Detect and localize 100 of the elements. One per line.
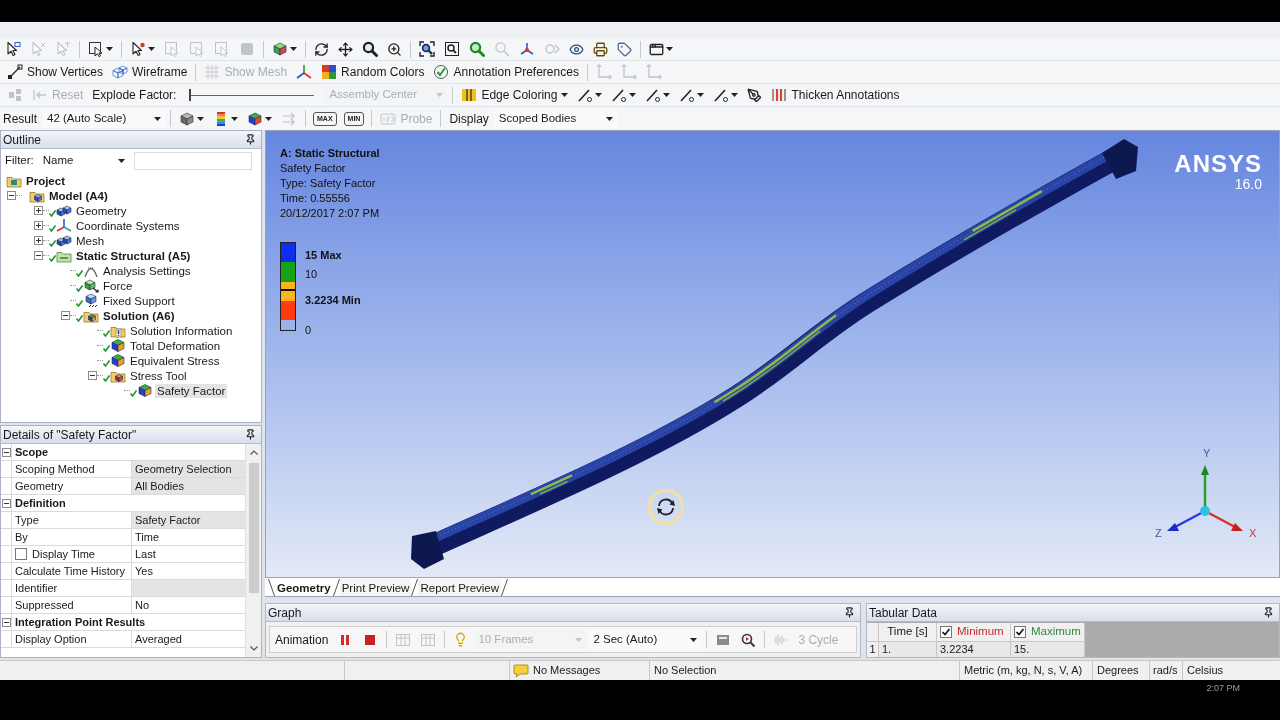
- result-info-line: Type: Safety Factor: [280, 176, 376, 191]
- pin-icon[interactable]: [245, 134, 256, 145]
- cursor-icon: [30, 41, 46, 57]
- result-info-line: Safety Factor: [280, 161, 346, 176]
- toolbar-button[interactable]: Wireframe: [109, 62, 191, 82]
- status-text: rad/s: [1153, 663, 1178, 679]
- result-info-line: Time: 0.55556: [280, 191, 350, 206]
- legend-label: 10: [305, 268, 318, 280]
- dropdown[interactable]: Scoped Bodies: [494, 109, 617, 128]
- tree-item[interactable]: Mesh: [74, 233, 107, 248]
- cube-icon: [137, 383, 153, 398]
- tree-item[interactable]: Model (A4): [47, 188, 110, 203]
- tree-item[interactable]: Solution (A6): [101, 308, 177, 323]
- tree-item[interactable]: Static Structural (A5): [74, 248, 193, 263]
- expand-toggle[interactable]: [34, 206, 43, 215]
- property-value[interactable]: Safety Factor: [131, 512, 245, 528]
- tab-separator: [411, 579, 419, 596]
- line-circle-icon: [713, 87, 730, 103]
- property-label: Suppressed: [15, 597, 74, 613]
- expand-toggle[interactable]: [34, 221, 43, 230]
- axes-icon: [56, 218, 72, 233]
- tree-item[interactable]: Equivalent Stress: [128, 353, 222, 368]
- expand-toggle[interactable]: [34, 236, 43, 245]
- toolbar-button[interactable]: Thicken Annotations: [768, 85, 903, 105]
- status-text: Degrees: [1097, 663, 1139, 679]
- magnifier-box-icon: [444, 41, 460, 57]
- rotate-cursor-icon: [647, 488, 685, 526]
- table-cell: 3.2234: [937, 642, 1011, 657]
- panel-title: Graph: [268, 604, 302, 621]
- view-tab[interactable]: Print Preview: [339, 579, 412, 596]
- checkbox[interactable]: [940, 626, 952, 638]
- filter-input-field[interactable]: [133, 152, 252, 170]
- pin-icon[interactable]: [1263, 607, 1274, 618]
- property-label: Type: [15, 512, 39, 528]
- legend-label: 0: [305, 324, 312, 336]
- magnifier-frame-icon: [419, 41, 435, 57]
- cursor-icon: [55, 41, 71, 57]
- pin-icon[interactable]: [844, 607, 855, 618]
- blocks-icon: [7, 87, 23, 103]
- toolbar-button[interactable]: [416, 39, 438, 59]
- collapse-toggle[interactable]: [1, 498, 11, 508]
- slider-thumb[interactable]: [189, 89, 192, 101]
- scrollbar[interactable]: [245, 444, 261, 657]
- collapse-toggle[interactable]: [7, 191, 16, 200]
- graphics-viewport[interactable]: A: Static Structural Safety Factor Type: Safety Factor Time: 0.55556 20/12/2017 2:07 PM 15 Max 10 3.2234 Min 0 ANSYS 16.0 Y Z X: [265, 130, 1280, 578]
- collapse-toggle[interactable]: [1, 447, 11, 457]
- axes-dot-icon: [519, 41, 535, 57]
- arrows-icon: [281, 110, 297, 127]
- status-text: Celsius: [1187, 663, 1224, 679]
- checkbox[interactable]: [1014, 626, 1026, 638]
- tree-item[interactable]: Analysis Settings: [101, 263, 193, 278]
- toolbar-button[interactable]: Edge Coloring: [458, 85, 572, 105]
- result-title: A: Static Structural: [280, 146, 380, 161]
- property-label: Calculate Time History: [15, 563, 126, 579]
- view-tab[interactable]: Report Preview: [418, 579, 502, 596]
- collapse-toggle[interactable]: [1, 617, 11, 627]
- tree-item[interactable]: Stress Tool: [128, 368, 189, 383]
- printer-icon: [593, 41, 608, 57]
- panel-title: Outline: [3, 131, 42, 148]
- scrollbar-thumb[interactable]: [248, 463, 259, 593]
- collapse-toggle[interactable]: [34, 251, 43, 260]
- property-label: Display Time: [32, 546, 95, 562]
- axis-arrows-icon: [595, 64, 612, 80]
- dropdown[interactable]: 42 (Auto Scale): [43, 109, 165, 128]
- cube-arrow-icon: [83, 278, 99, 293]
- rotate-icon: [314, 41, 329, 57]
- checkbox[interactable]: [15, 548, 27, 560]
- tree-item[interactable]: Total Deformation: [128, 338, 223, 353]
- tree-item[interactable]: Geometry: [74, 203, 129, 218]
- axis-label: X: [1249, 527, 1257, 539]
- property-value[interactable]: All Bodies: [131, 478, 245, 494]
- toolbar-button[interactable]: Annotation Preferences: [430, 62, 582, 82]
- row-number: 1: [867, 642, 879, 657]
- collapse-toggle[interactable]: [88, 371, 97, 380]
- tree-item[interactable]: Safety Factor: [155, 383, 228, 398]
- tree-item[interactable]: Coordinate Systems: [74, 218, 182, 233]
- toolbar-button[interactable]: Show Vertices: [4, 62, 107, 82]
- column-header: Minimum: [957, 624, 1004, 640]
- caret-icon: [690, 637, 698, 642]
- toolbar-button[interactable]: Random Colors: [318, 62, 428, 82]
- check-circle-icon: [433, 64, 450, 80]
- tree-item[interactable]: Force: [101, 278, 135, 293]
- property-value[interactable]: Geometry Selection: [131, 461, 245, 477]
- table-cell: 1.: [879, 642, 937, 657]
- property-label: Geometry: [15, 478, 64, 494]
- tree-item[interactable]: Project: [24, 173, 67, 188]
- toolbar-label: Display: [448, 110, 490, 128]
- column-header: Time [s]: [887, 624, 928, 640]
- axis-label: Z: [1155, 527, 1162, 539]
- tag-icon: [617, 41, 632, 57]
- collapse-toggle[interactable]: [61, 311, 70, 320]
- tree-item[interactable]: Fixed Support: [101, 293, 177, 308]
- slider-track[interactable]: [190, 89, 315, 101]
- tab-separator: [332, 579, 340, 596]
- scroll-up-icon[interactable]: [249, 450, 258, 455]
- pin-icon[interactable]: [245, 429, 256, 440]
- scroll-down-icon[interactable]: [249, 646, 258, 651]
- tree-item[interactable]: Solution Information: [128, 323, 235, 338]
- circle-chevron-icon: [544, 41, 560, 57]
- toolbar-label: Animation: [274, 631, 330, 649]
